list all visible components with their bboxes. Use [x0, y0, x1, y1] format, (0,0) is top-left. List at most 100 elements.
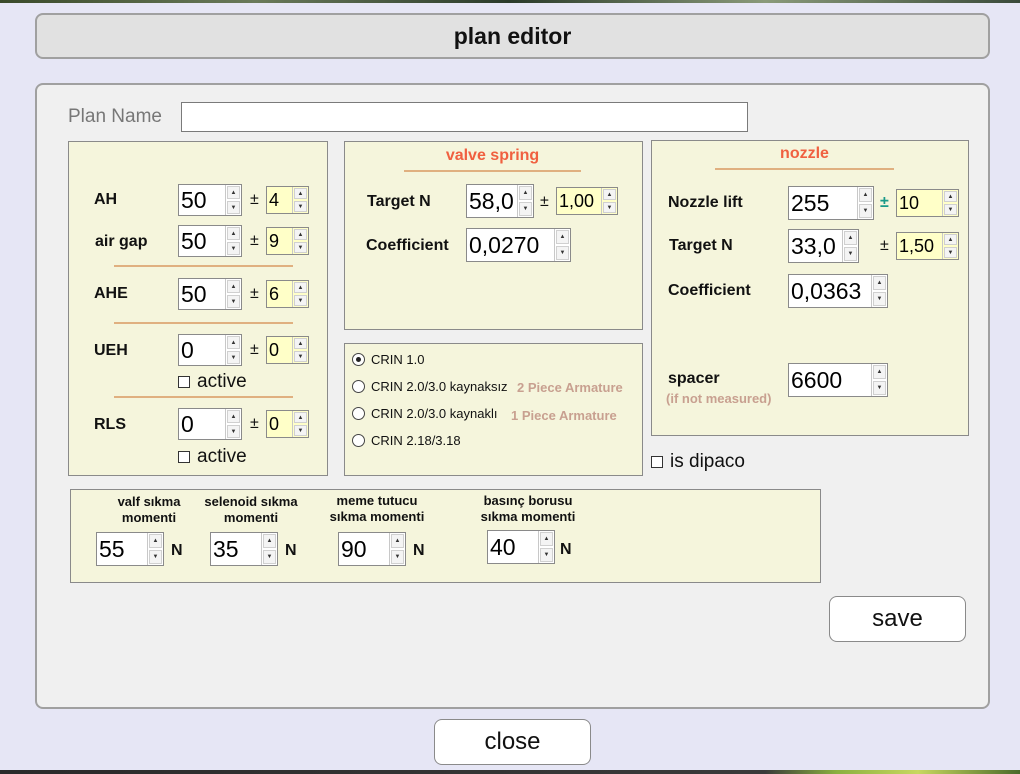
arrow-down-icon[interactable]: ▼ [294, 295, 307, 306]
torque-label: meme tutucu sıkma momenti [318, 493, 436, 525]
arrow-down-icon[interactable]: ▼ [944, 204, 957, 215]
arrow-down-icon[interactable]: ▼ [227, 295, 240, 308]
arrow-up-icon[interactable]: ▲ [540, 532, 553, 546]
nozzle-lift-spinner[interactable]: 255 ▲ ▼ [788, 186, 874, 220]
torque-label-line: momenti [223, 510, 279, 525]
arrow-down-icon[interactable]: ▼ [227, 201, 240, 214]
divider [114, 396, 293, 398]
arrow-down-icon[interactable]: ▼ [844, 247, 857, 261]
rls-active-checkbox[interactable]: active [178, 446, 247, 468]
plan-name-input[interactable] [181, 102, 748, 132]
plus-minus-sign: ± [880, 194, 889, 211]
arrow-down-icon[interactable]: ▼ [603, 202, 616, 213]
radio-button[interactable] [352, 407, 365, 420]
arrow-up-icon[interactable]: ▲ [556, 230, 569, 244]
divider [404, 170, 581, 172]
nozzle-coefficient-spinner[interactable]: 0,0363 ▲ ▼ [788, 274, 888, 308]
ah-tolerance-spinner[interactable]: 4 ▲ ▼ [266, 186, 309, 214]
ahe-spinner[interactable]: 50 ▲ ▼ [178, 278, 242, 310]
crin-option-2[interactable]: CRIN 2.0/3.0 kaynaksız [352, 379, 508, 394]
valve-spring-title: valve spring [445, 147, 540, 164]
arrow-down-icon[interactable]: ▼ [294, 351, 307, 362]
arrow-down-icon[interactable]: ▼ [294, 201, 307, 212]
arrow-up-icon[interactable]: ▲ [227, 227, 240, 240]
ueh-active-checkbox[interactable]: active [178, 371, 247, 393]
rls-spinner[interactable]: 0 ▲ ▼ [178, 408, 242, 440]
arrow-down-icon[interactable]: ▼ [263, 550, 276, 564]
valve-coefficient-spinner[interactable]: 0,0270 ▲ ▼ [466, 228, 571, 262]
arrow-down-icon[interactable]: ▼ [873, 292, 886, 306]
arrow-down-icon[interactable]: ▼ [294, 242, 307, 253]
radio-button[interactable] [352, 380, 365, 393]
arrow-down-icon[interactable]: ▼ [294, 425, 307, 436]
arrow-down-icon[interactable]: ▼ [873, 381, 886, 395]
arrow-down-icon[interactable]: ▼ [944, 247, 957, 258]
arrow-up-icon[interactable]: ▲ [873, 276, 886, 290]
arrow-up-icon[interactable]: ▲ [227, 336, 240, 349]
arrow-up-icon[interactable]: ▲ [263, 534, 276, 548]
arrow-down-icon[interactable]: ▼ [391, 550, 404, 564]
checkbox-box[interactable] [178, 451, 190, 463]
arrow-down-icon[interactable]: ▼ [149, 550, 162, 564]
arrow-up-icon[interactable]: ▲ [944, 191, 957, 202]
save-button[interactable]: save [829, 596, 966, 642]
arrow-up-icon[interactable]: ▲ [294, 338, 307, 349]
valve-target-tolerance-spinner[interactable]: 1,00 ▲ ▼ [556, 187, 618, 215]
arrow-up-icon[interactable]: ▲ [519, 186, 532, 200]
arrow-up-icon[interactable]: ▲ [294, 229, 307, 240]
arrow-up-icon[interactable]: ▲ [227, 280, 240, 293]
arrow-down-icon[interactable]: ▼ [227, 425, 240, 438]
arrow-up-icon[interactable]: ▲ [227, 186, 240, 199]
arrow-up-icon[interactable]: ▲ [844, 231, 857, 245]
valve-target-label: Target N [367, 193, 431, 210]
arrow-down-icon[interactable]: ▼ [227, 242, 240, 255]
arrow-down-icon[interactable]: ▼ [859, 204, 872, 218]
crin-option-label: CRIN 2.0/3.0 kaynaksız [371, 379, 508, 394]
arrow-up-icon[interactable]: ▲ [227, 410, 240, 423]
valf-torque-spinner[interactable]: 55 ▲ ▼ [96, 532, 164, 566]
arrow-down-icon[interactable]: ▼ [519, 202, 532, 216]
ahe-tolerance-spinner[interactable]: 6 ▲ ▼ [266, 280, 309, 308]
nozzle-coefficient-value: 0,0363 [791, 277, 862, 304]
radio-button[interactable] [352, 353, 365, 366]
arrow-down-icon[interactable]: ▼ [540, 548, 553, 562]
arrow-up-icon[interactable]: ▲ [944, 234, 957, 245]
arrow-up-icon[interactable]: ▲ [294, 188, 307, 199]
radio-button[interactable] [352, 434, 365, 447]
meme-tutucu-torque-spinner[interactable]: 90 ▲ ▼ [338, 532, 406, 566]
arrow-up-icon[interactable]: ▲ [603, 189, 616, 200]
arrow-up-icon[interactable]: ▲ [859, 188, 872, 202]
ueh-tolerance-spinner[interactable]: 0 ▲ ▼ [266, 336, 309, 364]
nozzle-target-tolerance-spinner[interactable]: 1,50 ▲ ▼ [896, 232, 959, 260]
air-gap-spinner[interactable]: 50 ▲ ▼ [178, 225, 242, 257]
close-button[interactable]: close [434, 719, 591, 765]
crin-option-3[interactable]: CRIN 2.0/3.0 kaynaklı [352, 406, 497, 421]
arrow-up-icon[interactable]: ▲ [149, 534, 162, 548]
arrow-down-icon[interactable]: ▼ [227, 351, 240, 364]
rls-tolerance-value: 0 [269, 413, 280, 434]
ahe-value: 50 [181, 280, 207, 307]
crin-option-1[interactable]: CRIN 1.0 [352, 352, 424, 367]
arrow-down-icon[interactable]: ▼ [556, 246, 569, 260]
selenoid-torque-spinner[interactable]: 35 ▲ ▼ [210, 532, 278, 566]
dipaco-checkbox[interactable]: is dipaco [651, 451, 745, 473]
valve-target-spinner[interactable]: 58,0 ▲ ▼ [466, 184, 534, 218]
checkbox-box[interactable] [651, 456, 663, 468]
checkbox-box[interactable] [178, 376, 190, 388]
arrow-up-icon[interactable]: ▲ [391, 534, 404, 548]
air-gap-tolerance-spinner[interactable]: 9 ▲ ▼ [266, 227, 309, 255]
arrow-up-icon[interactable]: ▲ [873, 365, 886, 379]
spacer-spinner[interactable]: 6600 ▲ ▼ [788, 363, 888, 397]
ueh-spinner[interactable]: 0 ▲ ▼ [178, 334, 242, 366]
basinc-borusu-torque-spinner[interactable]: 40 ▲ ▼ [487, 530, 555, 564]
nozzle-target-spinner[interactable]: 33,0 ▲ ▼ [788, 229, 859, 263]
rls-tolerance-spinner[interactable]: 0 ▲ ▼ [266, 410, 309, 438]
ah-spinner[interactable]: 50 ▲ ▼ [178, 184, 242, 216]
crin-option-4[interactable]: CRIN 2.18/3.18 [352, 433, 461, 448]
plus-minus-sign: ± [250, 341, 259, 358]
arrow-up-icon[interactable]: ▲ [294, 282, 307, 293]
background-strip-bottom [0, 770, 1020, 774]
nozzle-lift-value: 255 [791, 189, 830, 216]
arrow-up-icon[interactable]: ▲ [294, 412, 307, 423]
nozzle-lift-tolerance-spinner[interactable]: 10 ▲ ▼ [896, 189, 959, 217]
